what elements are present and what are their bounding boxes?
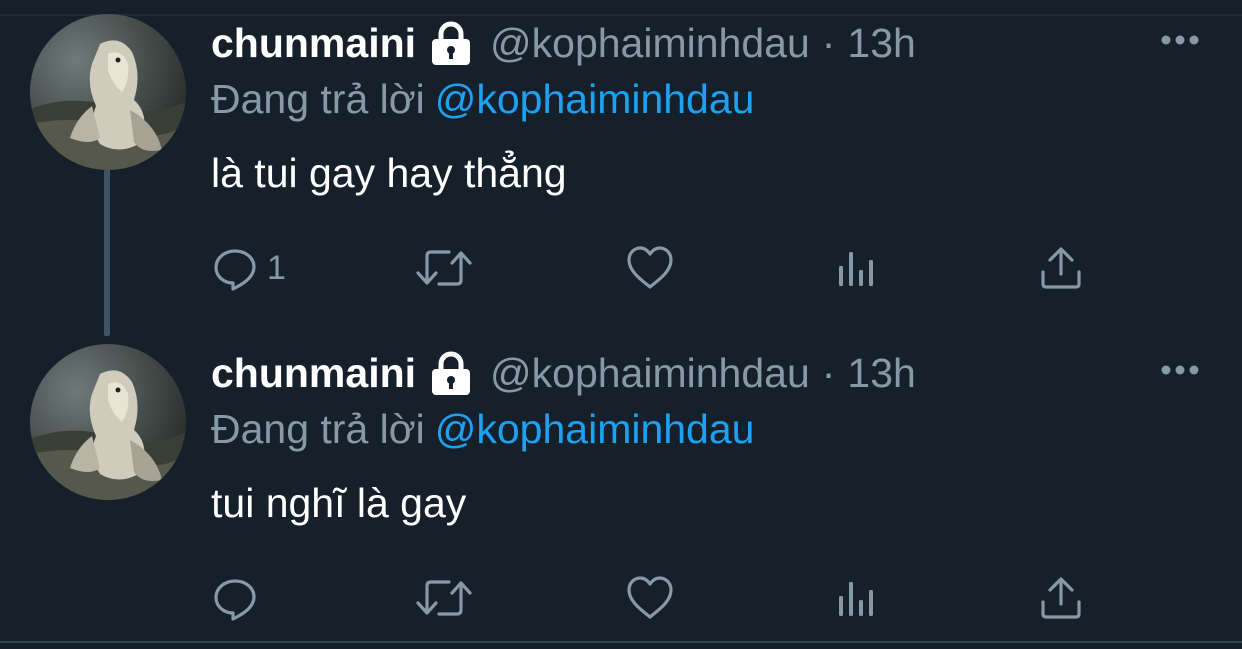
tweet[interactable]: chunmaini @kophaiminhdau · 13h Đang trả … — [0, 330, 1242, 649]
analytics-icon — [839, 582, 873, 616]
tweet-header: chunmaini @kophaiminhdau · 13h — [211, 348, 916, 398]
like-icon — [627, 246, 673, 289]
like-button[interactable] — [625, 240, 675, 296]
author-name[interactable]: chunmaini — [211, 350, 416, 397]
replying-to-label: Đang trả lời — [211, 76, 425, 122]
tweet-header: chunmaini @kophaiminhdau · 13h — [211, 18, 916, 68]
analytics-button[interactable] — [831, 240, 879, 296]
share-button[interactable] — [1037, 240, 1085, 296]
timestamp[interactable]: 13h — [847, 20, 915, 67]
avatar[interactable] — [30, 344, 186, 500]
replying-to-label: Đang trả lời — [211, 406, 425, 452]
share-icon — [1041, 577, 1081, 619]
analytics-button[interactable] — [831, 570, 879, 626]
avatar-image — [30, 344, 186, 500]
lock-icon — [428, 351, 474, 395]
reply-icon — [214, 249, 256, 291]
retweet-icon — [416, 580, 472, 616]
lock-icon — [428, 21, 474, 65]
timestamp[interactable]: 13h — [847, 350, 915, 397]
tweet-actions — [211, 570, 1111, 626]
more-options-icon[interactable] — [1158, 30, 1202, 50]
like-icon — [627, 576, 673, 619]
reply-button[interactable]: 1 — [211, 240, 286, 296]
like-button[interactable] — [625, 570, 675, 626]
replying-to: Đang trả lời @kophaiminhdau — [211, 406, 754, 453]
tweet-actions: 1 — [211, 240, 1111, 296]
avatar[interactable] — [30, 14, 186, 170]
share-icon — [1041, 247, 1081, 289]
author-name[interactable]: chunmaini — [211, 20, 416, 67]
retweet-button[interactable] — [415, 240, 473, 296]
retweet-button[interactable] — [415, 570, 473, 626]
author-handle[interactable]: @kophaiminhdau — [490, 350, 810, 397]
reply-button[interactable] — [211, 570, 267, 626]
retweet-icon — [416, 250, 472, 286]
analytics-icon — [839, 252, 873, 286]
mention-link[interactable]: @kophaiminhdau — [435, 76, 755, 122]
separator-dot: · — [821, 349, 836, 396]
tweet-text: là tui gay hay thẳng — [211, 150, 567, 196]
replying-to: Đang trả lời @kophaiminhdau — [211, 76, 754, 123]
divider — [0, 641, 1242, 643]
author-handle[interactable]: @kophaiminhdau — [490, 20, 810, 67]
share-button[interactable] — [1037, 570, 1085, 626]
reply-icon — [214, 579, 256, 621]
separator-dot: · — [821, 19, 836, 66]
tweet[interactable]: chunmaini @kophaiminhdau · 13h Đang trả … — [0, 0, 1242, 320]
avatar-image — [30, 14, 186, 170]
tweet-text: tui nghĩ là gay — [211, 480, 467, 526]
timeline: chunmaini @kophaiminhdau · 13h Đang trả … — [0, 0, 1242, 649]
reply-count: 1 — [267, 248, 286, 287]
mention-link[interactable]: @kophaiminhdau — [435, 406, 755, 452]
more-options-icon[interactable] — [1158, 360, 1202, 380]
